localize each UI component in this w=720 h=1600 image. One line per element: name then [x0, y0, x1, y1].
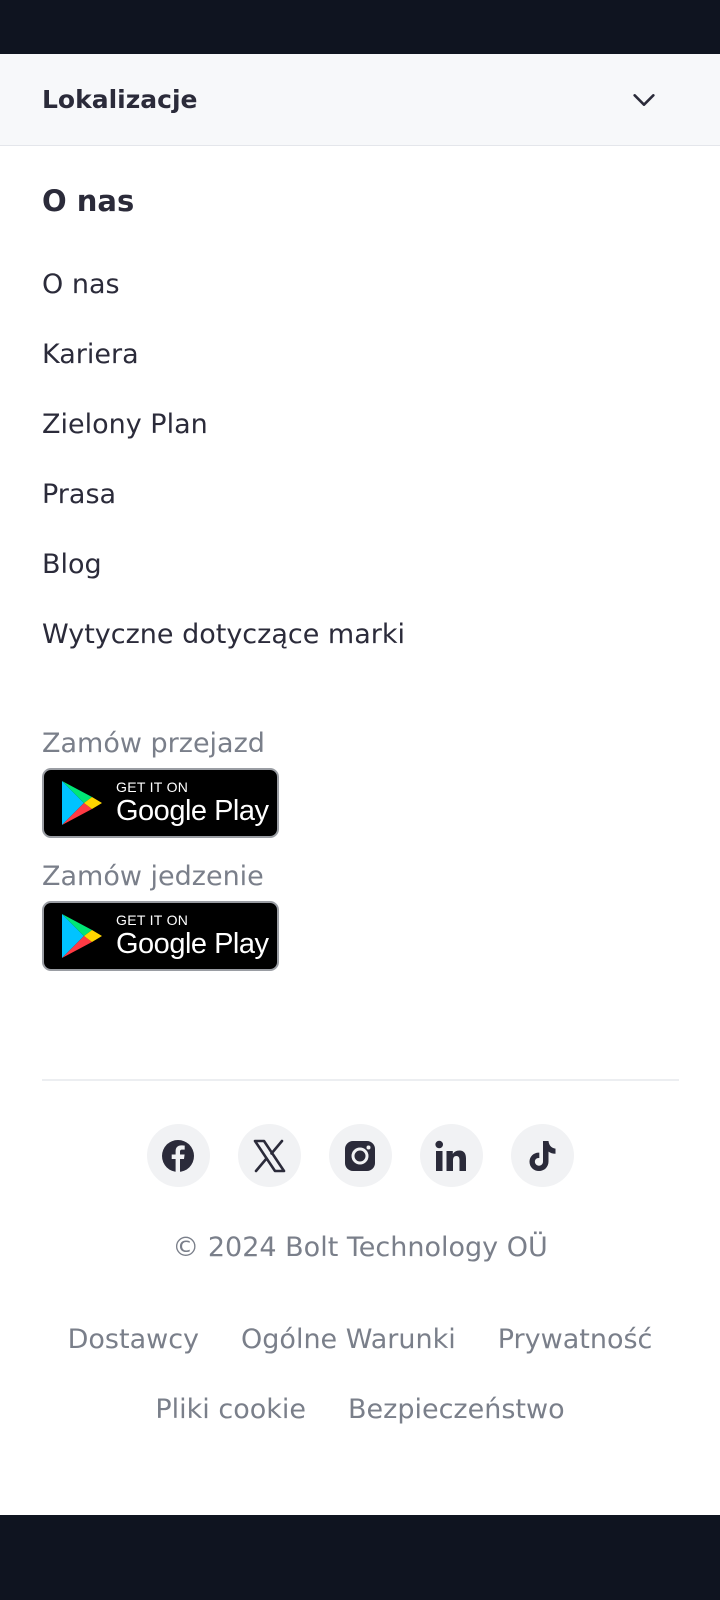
accordion-label: Lokalizacje	[42, 85, 198, 114]
linkedin-icon	[435, 1140, 466, 1171]
link-blog[interactable]: Blog	[42, 548, 405, 618]
google-play-icon	[62, 781, 102, 825]
link-privacy[interactable]: Prywatność	[498, 1324, 653, 1355]
linkedin-button[interactable]	[419, 1124, 483, 1187]
link-green-plan[interactable]: Zielony Plan	[42, 408, 405, 478]
link-press[interactable]: Prasa	[42, 478, 405, 548]
about-links: O nas Kariera Zielony Plan Prasa Blog Wy…	[42, 268, 405, 688]
store-label-food: Zamów jedzenie	[42, 861, 264, 892]
badge-small-text: GET IT ON	[116, 779, 189, 795]
tiktok-button[interactable]	[510, 1124, 574, 1187]
facebook-icon	[162, 1139, 194, 1172]
section-title: O nas	[42, 184, 135, 218]
instagram-icon	[345, 1140, 375, 1171]
x-icon	[253, 1139, 286, 1172]
x-button[interactable]	[237, 1124, 301, 1187]
link-about[interactable]: O nas	[42, 268, 405, 338]
badge-small-text: GET IT ON	[116, 912, 189, 928]
link-terms[interactable]: Ogólne Warunki	[241, 1324, 456, 1355]
chevron-down-icon	[633, 93, 655, 106]
navigation-bar	[0, 1515, 720, 1600]
link-suppliers[interactable]: Dostawcy	[68, 1324, 199, 1355]
locations-accordion[interactable]: Lokalizacje	[0, 54, 720, 146]
badge-big-text: Google Play	[116, 795, 269, 827]
social-links	[0, 1124, 720, 1187]
legal-links-row-2: Pliki cookie Bezpieczeństwo	[0, 1394, 720, 1425]
google-play-badge-ride[interactable]: GET IT ON Google Play	[42, 768, 279, 838]
divider	[42, 1079, 679, 1081]
facebook-button[interactable]	[146, 1124, 210, 1187]
link-security[interactable]: Bezpieczeństwo	[348, 1394, 565, 1425]
copyright-text: © 2024 Bolt Technology OÜ	[172, 1232, 548, 1263]
badge-big-text: Google Play	[116, 928, 269, 960]
store-label-ride: Zamów przejazd	[42, 728, 265, 759]
link-brand-guidelines[interactable]: Wytyczne dotyczące marki	[42, 618, 405, 688]
google-play-badge-food[interactable]: GET IT ON Google Play	[42, 901, 279, 971]
google-play-icon	[62, 914, 102, 958]
link-careers[interactable]: Kariera	[42, 338, 405, 408]
status-bar	[0, 0, 720, 54]
legal-links-row-1: Dostawcy Ogólne Warunki Prywatność	[0, 1324, 720, 1355]
tiktok-icon	[529, 1140, 556, 1171]
link-cookies[interactable]: Pliki cookie	[155, 1394, 306, 1425]
instagram-button[interactable]	[328, 1124, 392, 1187]
